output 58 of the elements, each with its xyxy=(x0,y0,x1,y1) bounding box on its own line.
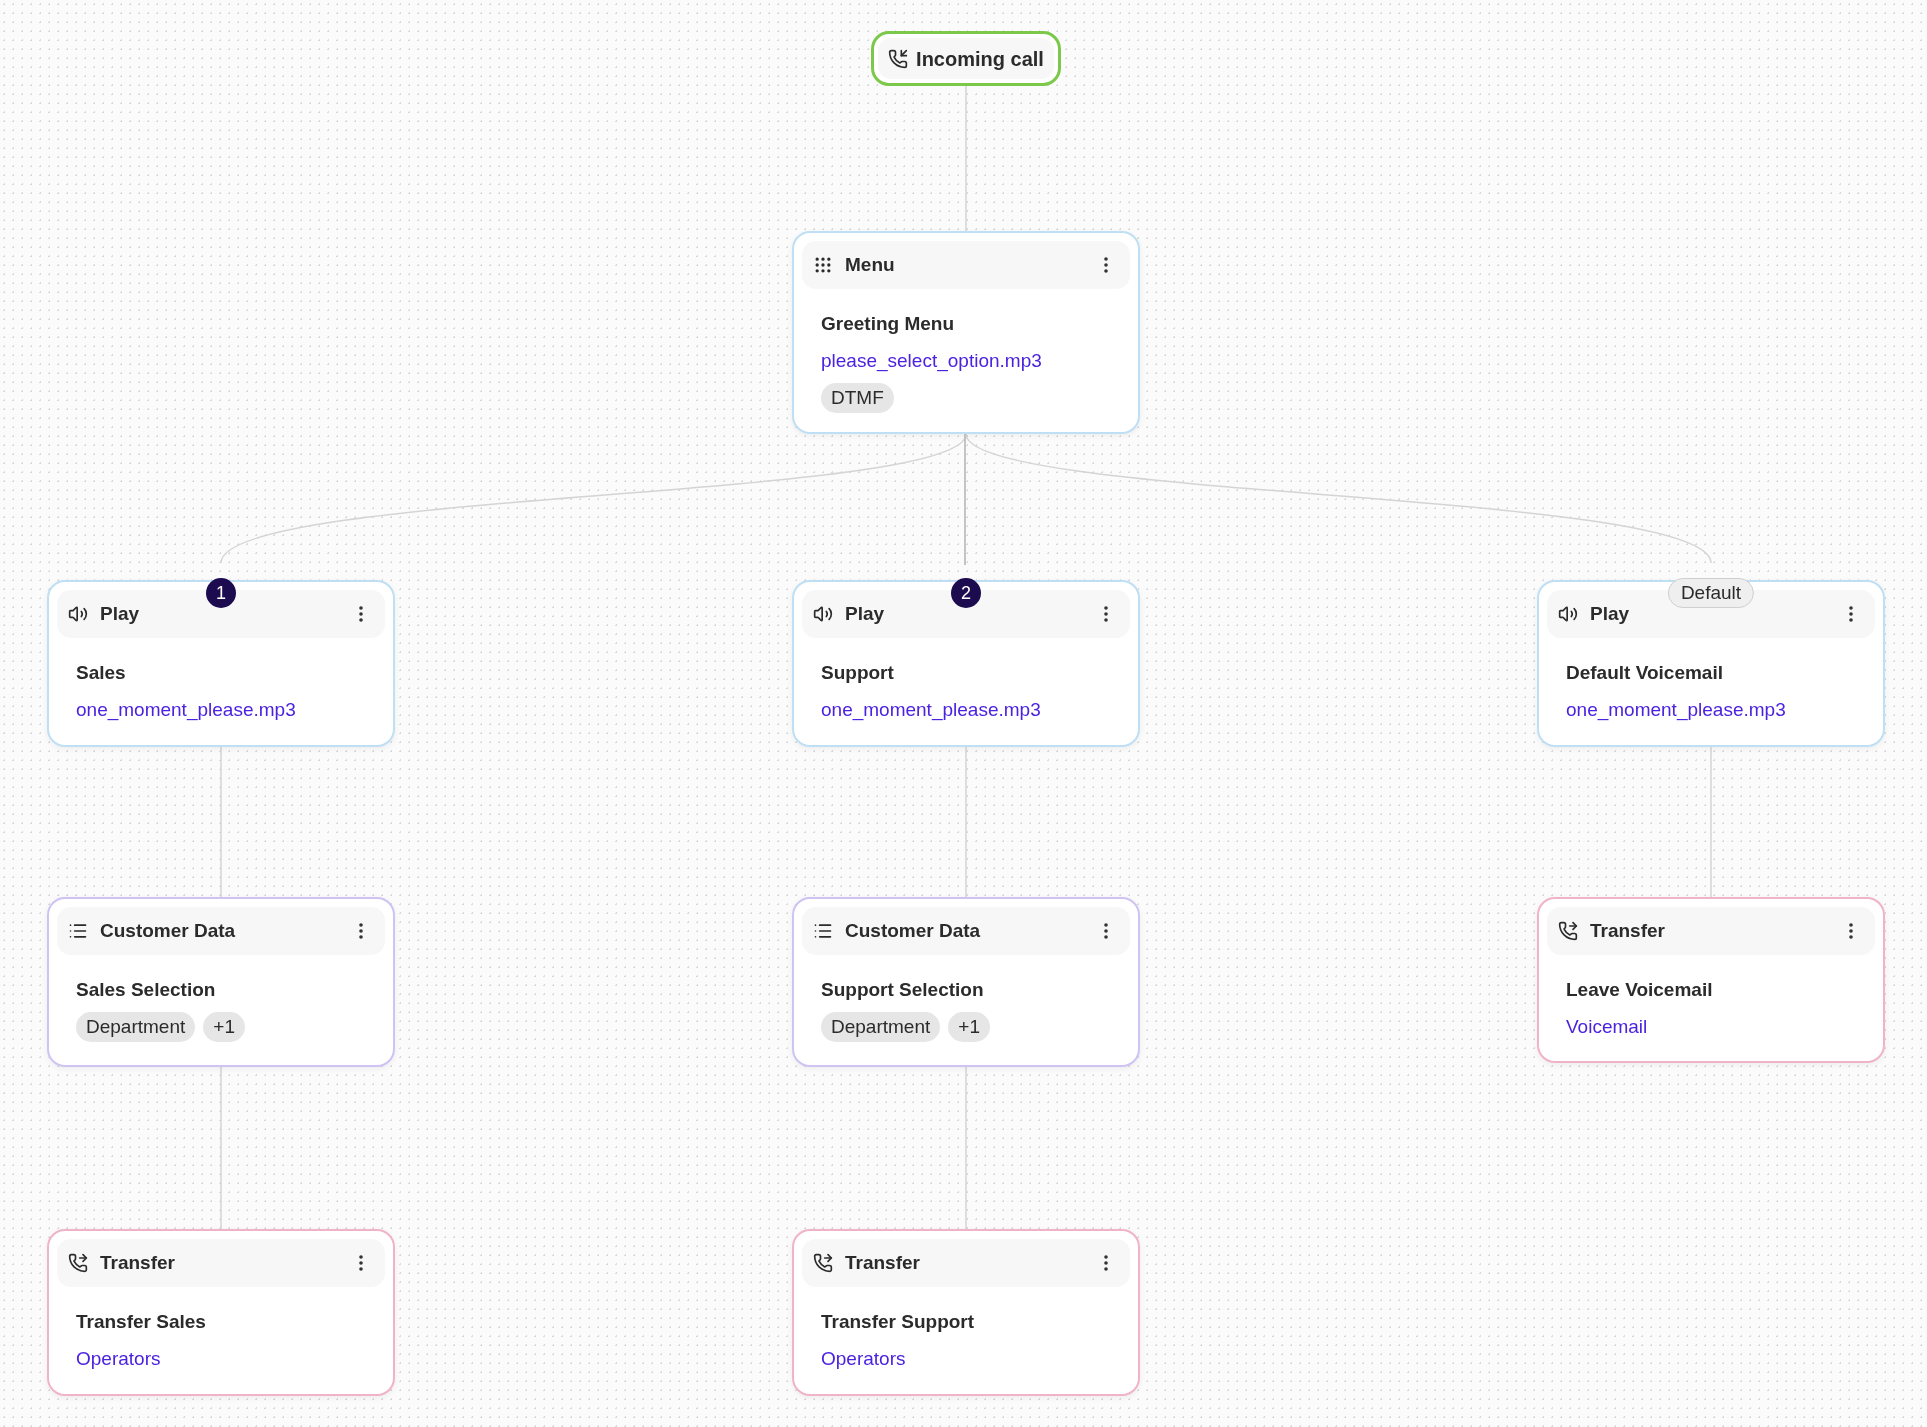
flow-node[interactable]: Customer Data Sales Selection Department +1 xyxy=(47,897,395,1067)
node-type-label: Transfer xyxy=(1590,918,1666,943)
node-title: Sales Selection xyxy=(76,978,217,1002)
node-title: Default Voicemail xyxy=(1566,661,1724,685)
file-link[interactable]: Operators xyxy=(76,1346,385,1372)
node-type-label: Customer Data xyxy=(845,918,982,943)
phone-forward-icon xyxy=(68,1253,88,1273)
grid-icon xyxy=(813,255,833,275)
node-title: Leave Voicemail xyxy=(1566,978,1714,1002)
file-link[interactable]: please_select_option.mp3 xyxy=(821,348,1130,374)
node-title: Greeting Menu xyxy=(821,312,955,336)
start-label: Incoming call xyxy=(916,46,1044,72)
flow-node[interactable]: Menu Greeting Menu please_select_option.mp3 DTMF xyxy=(792,231,1140,434)
more-icon xyxy=(1104,606,1108,622)
list-icon xyxy=(813,921,833,941)
start-node[interactable]: Incoming call xyxy=(871,31,1061,86)
speaker-icon xyxy=(1558,604,1578,624)
flow-node[interactable]: Customer Data Support Selection Department +1 xyxy=(792,897,1140,1067)
more-icon xyxy=(1104,257,1108,273)
node-type-label: Menu xyxy=(845,252,896,277)
node-title: Support xyxy=(821,661,895,685)
node-type-label: Play xyxy=(100,601,141,626)
node-type-label: Transfer xyxy=(100,1250,176,1275)
node-type-label: Transfer xyxy=(845,1250,921,1275)
node-title: Transfer Support xyxy=(821,1310,976,1334)
node-title: Transfer Sales xyxy=(76,1310,207,1334)
speaker-icon xyxy=(68,604,88,624)
node-type-label: Play xyxy=(845,601,886,626)
node-title: Support Selection xyxy=(821,978,985,1002)
tag: +1 xyxy=(203,1012,245,1042)
phone-forward-icon xyxy=(813,1253,833,1273)
node-title: Sales xyxy=(76,661,127,685)
phone-forward-icon xyxy=(1558,921,1578,941)
more-icon xyxy=(359,606,363,622)
branch-label: Default xyxy=(1667,578,1755,608)
flow-node[interactable]: Transfer Transfer Sales Operators xyxy=(47,1229,395,1396)
flow-node[interactable]: Transfer Transfer Support Operators xyxy=(792,1229,1140,1396)
list-icon xyxy=(68,921,88,941)
node-type-label: Customer Data xyxy=(100,918,237,943)
tag: DTMF xyxy=(821,383,894,413)
more-icon xyxy=(1849,923,1853,939)
node-type-label: Play xyxy=(1590,601,1631,626)
more-icon xyxy=(359,1255,363,1271)
file-link[interactable]: Voicemail xyxy=(1566,1014,1875,1040)
tag: +1 xyxy=(948,1012,990,1042)
file-link[interactable]: one_moment_please.mp3 xyxy=(76,697,385,723)
file-link[interactable]: Operators xyxy=(821,1346,1130,1372)
file-link[interactable]: one_moment_please.mp3 xyxy=(1566,697,1875,723)
more-icon xyxy=(1849,606,1853,622)
speaker-icon xyxy=(813,604,833,624)
more-icon xyxy=(1104,1255,1108,1271)
more-icon xyxy=(359,923,363,939)
tag: Department xyxy=(821,1012,941,1042)
tag: Department xyxy=(76,1012,196,1042)
incoming-call-icon xyxy=(888,48,909,69)
flow-node[interactable]: Transfer Leave Voicemail Voicemail xyxy=(1537,897,1885,1063)
more-icon xyxy=(1104,923,1108,939)
file-link[interactable]: one_moment_please.mp3 xyxy=(821,697,1130,723)
